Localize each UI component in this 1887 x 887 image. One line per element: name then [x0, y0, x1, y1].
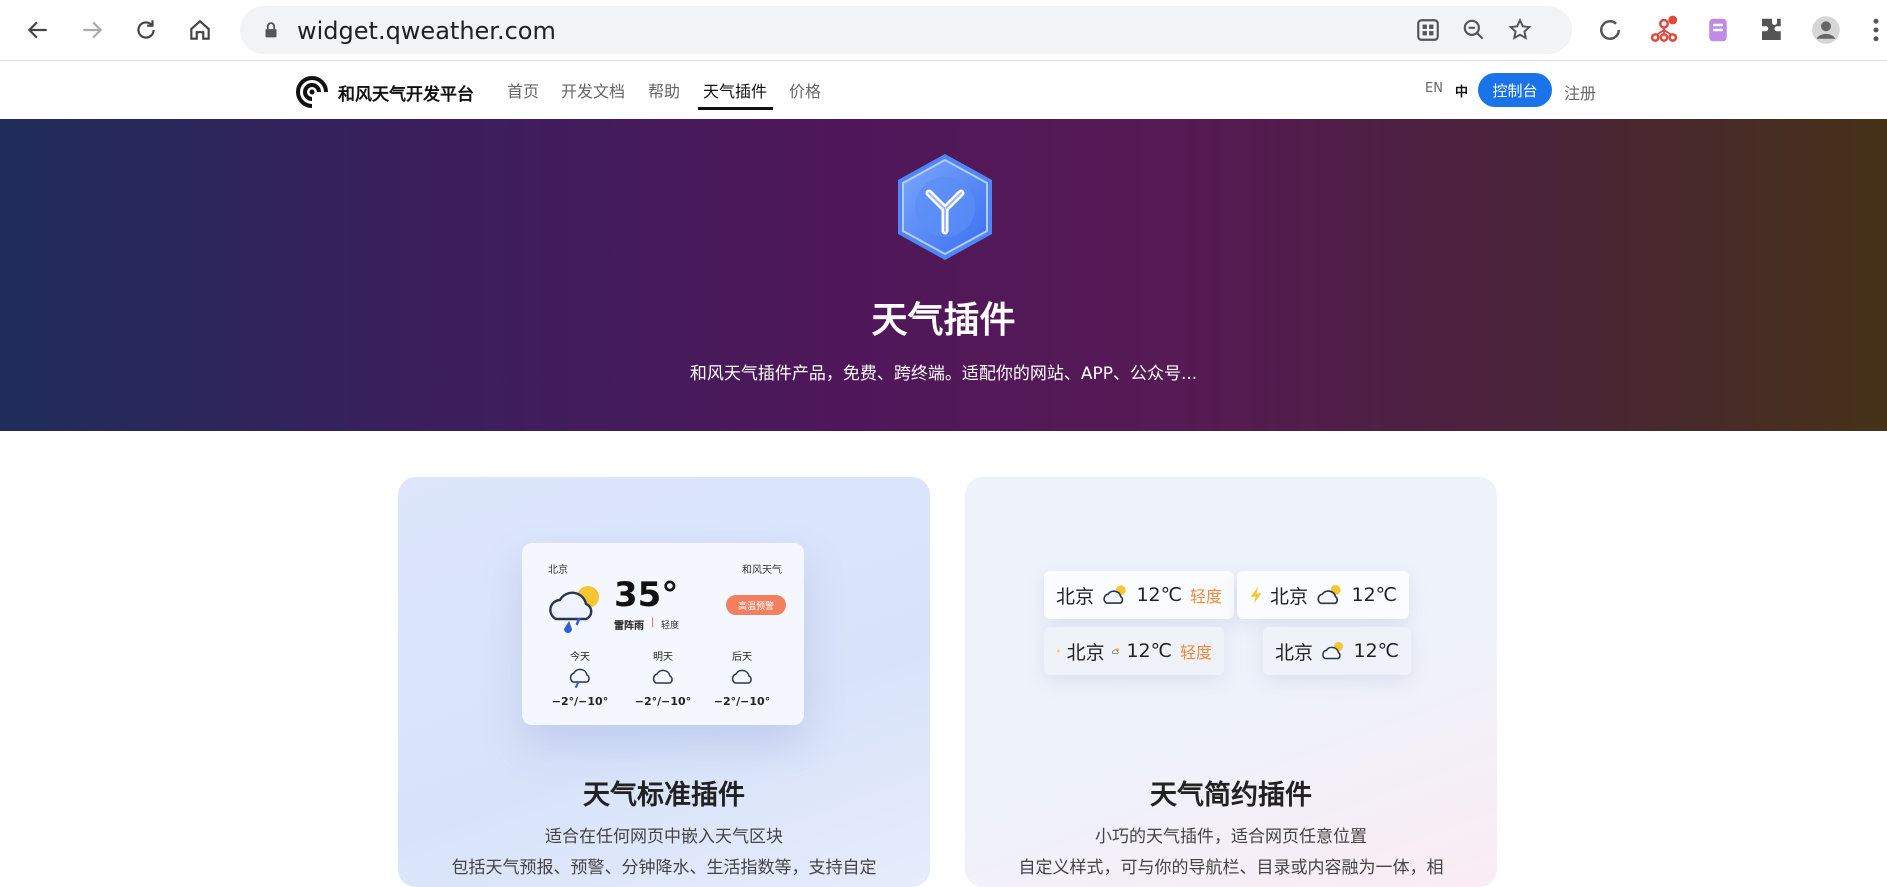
widget-air-quality: 轻度: [661, 621, 680, 631]
browser-toolbar: widget.qweather.com: [0, 0, 1887, 61]
console-button[interactable]: 控制台: [1478, 73, 1552, 107]
compact-widget-card[interactable]: 北京 12℃ 轻度 北京 12℃ 北京 12℃ 轻度 北京 12℃ 天气简约插件…: [965, 477, 1497, 887]
bookmark-star-icon[interactable]: [1504, 14, 1536, 46]
extensions-puzzle-icon[interactable]: [1752, 10, 1792, 50]
forecast-day: 明天 −2°/−10°: [623, 648, 703, 708]
rain-cloud-icon: [569, 668, 590, 688]
forecast-day: 后天 −2°/−10°: [702, 648, 782, 708]
forecast-range: −2°/−10°: [634, 695, 692, 708]
forecast-day-label: 后天: [732, 652, 752, 663]
compact-temperature: 12℃: [1126, 640, 1172, 662]
compact-city: 北京: [1056, 585, 1095, 608]
widget-temperature: 35°: [614, 575, 679, 615]
qr-code-icon[interactable]: [1412, 14, 1444, 46]
lightning-icon: [1056, 648, 1060, 654]
lang-en[interactable]: EN: [1425, 81, 1443, 96]
forecast-day-label: 明天: [653, 652, 673, 663]
card-description-line: 自定义样式，可与你的导航栏、目录或内容融为一体，相: [1018, 858, 1444, 878]
sync-icon[interactable]: [1590, 10, 1630, 50]
forecast-day-label: 今天: [570, 652, 590, 663]
extension-purple-icon[interactable]: [1698, 10, 1738, 50]
partly-cloudy-icon: [1317, 585, 1341, 605]
lang-zh[interactable]: 中: [1455, 81, 1468, 100]
standard-widget-preview: 北京 和风天气 35° 雷阵雨 | 轻度 高温预警 今天 −2°/−10° 明天…: [522, 543, 804, 725]
card-description-line: 小巧的天气插件，适合网页任意位置: [1095, 827, 1367, 847]
hero-banner: 天气插件 和风天气插件产品，免费、跨终端。适配你的网站、APP、公众号...: [0, 119, 1887, 431]
compact-city: 北京: [1269, 585, 1308, 608]
menu-home[interactable]: 首页: [507, 78, 539, 102]
partly-cloudy-icon: [1322, 642, 1343, 660]
compact-air-quality: 轻度: [1179, 643, 1212, 662]
forward-icon[interactable]: [70, 8, 114, 52]
card-description-line: 包括天气预报、预警、分钟降水、生活指数等，支持自定: [451, 858, 877, 878]
compact-city: 北京: [1066, 641, 1105, 664]
card-description-line: 适合在任何网页中嵌入天气区块: [545, 827, 783, 847]
widget-city: 北京: [548, 565, 568, 576]
brand-logo[interactable]: 和风天气开发平台: [294, 74, 474, 110]
menu-docs[interactable]: 开发文档: [561, 78, 625, 102]
forecast-day: 今天 −2°/−10°: [540, 648, 620, 708]
compact-temperature: 12℃: [1353, 640, 1399, 662]
widget-condition: 雷阵雨: [614, 621, 644, 632]
compact-widget-sample: 北京 12℃ 轻度: [1044, 571, 1234, 619]
register-link[interactable]: 注册: [1564, 80, 1596, 104]
widget-hexagon-icon: [898, 154, 992, 260]
compact-temperature: 12℃: [1351, 584, 1397, 606]
site-header: 和风天气开发平台 首页 开发文档 帮助 天气插件 价格 EN 中 控制台 注册: [0, 61, 1887, 119]
forecast-range: −2°/−10°: [713, 695, 771, 708]
card-title: 天气简约插件: [1150, 780, 1312, 811]
compact-widget-sample: 北京 12℃: [1263, 627, 1411, 675]
menu-pricing[interactable]: 价格: [789, 78, 821, 102]
lock-icon: [265, 22, 277, 38]
hero-title: 天气插件: [871, 300, 1016, 341]
cloud-icon: [731, 669, 752, 684]
back-icon[interactable]: [16, 8, 60, 52]
menu-widgets[interactable]: 天气插件: [703, 78, 767, 102]
card-title: 天气标准插件: [583, 780, 745, 811]
partly-cloudy-icon: [1103, 585, 1126, 604]
thunderstorm-sun-icon: [549, 586, 599, 633]
extension-network-icon[interactable]: [1644, 10, 1684, 50]
menu-help[interactable]: 帮助: [648, 78, 680, 102]
compact-air-quality: 轻度: [1189, 587, 1222, 606]
compact-widget-sample: 北京 12℃: [1237, 571, 1409, 619]
partly-cloudy-icon: [1111, 647, 1119, 654]
active-tab-indicator: [698, 107, 773, 110]
compact-temperature: 12℃: [1136, 584, 1182, 606]
reload-icon[interactable]: [124, 8, 168, 52]
lightning-icon: [1250, 586, 1262, 604]
browser-menu-icon[interactable]: [1866, 10, 1886, 50]
compact-widget-sample: 北京 12℃ 轻度: [1044, 627, 1224, 675]
forecast-range: −2°/−10°: [551, 695, 609, 708]
standard-widget-card[interactable]: 北京 和风天气 35° 雷阵雨 | 轻度 高温预警 今天 −2°/−10° 明天…: [398, 477, 930, 887]
url-text[interactable]: widget.qweather.com: [297, 17, 556, 45]
cloud-icon: [652, 669, 673, 684]
home-icon[interactable]: [178, 8, 222, 52]
qweather-logo-icon: [296, 76, 328, 108]
widget-separator: |: [651, 617, 655, 628]
zoom-out-icon[interactable]: [1458, 14, 1490, 46]
widget-brand: 和风天气: [742, 565, 782, 576]
compact-city: 北京: [1275, 641, 1314, 664]
brand-name: 和风天气开发平台: [338, 84, 474, 105]
heat-alert-badge: 高温预警: [726, 595, 786, 615]
hero-subtitle: 和风天气插件产品，免费、跨终端。适配你的网站、APP、公众号...: [689, 364, 1198, 384]
profile-avatar-icon[interactable]: [1806, 10, 1846, 50]
address-bar[interactable]: widget.qweather.com: [240, 6, 1572, 54]
